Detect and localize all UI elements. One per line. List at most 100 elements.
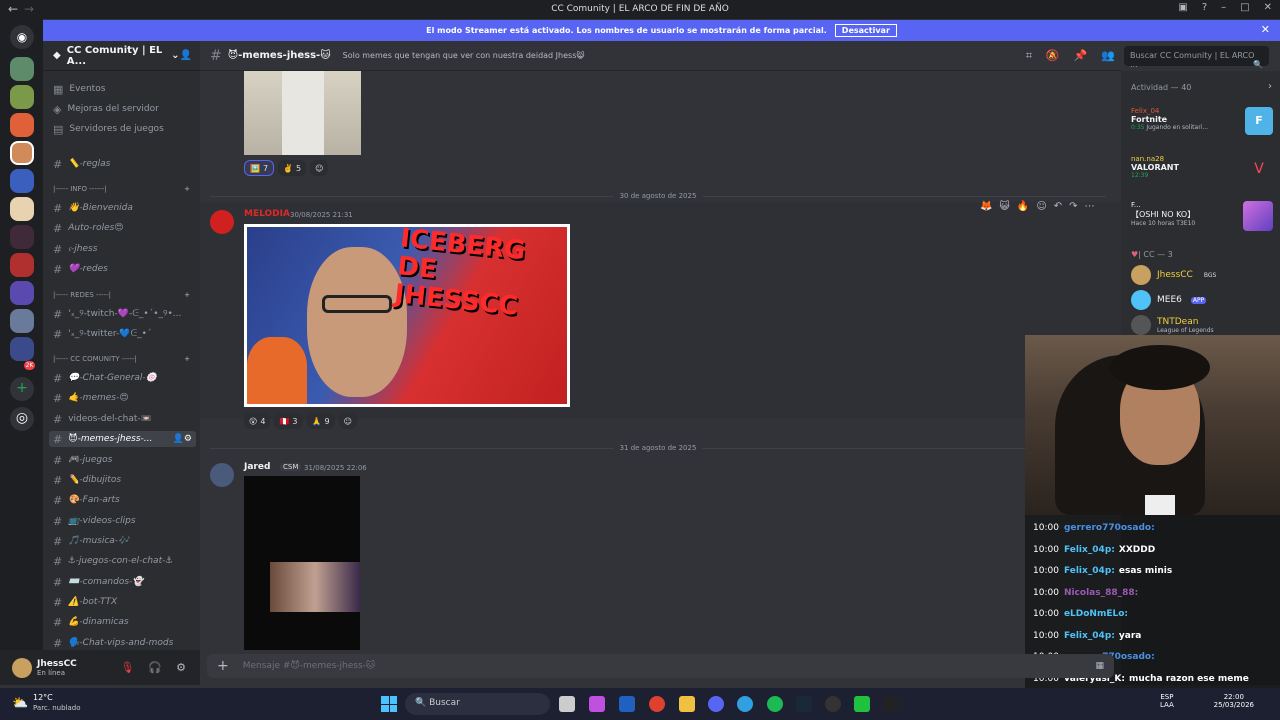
close-banner-icon[interactable]: ✕ <box>1261 23 1270 36</box>
events-item[interactable]: ▦ Eventos <box>53 81 105 97</box>
channel-memes[interactable]: # 🤙-memes-😍 <box>53 390 129 406</box>
windows-start-icon[interactable] <box>381 696 397 712</box>
reaction[interactable]: 😲 4 <box>244 413 271 429</box>
add-channel-icon[interactable]: + <box>184 355 190 363</box>
copilot-icon[interactable] <box>589 696 605 712</box>
add-reaction-button[interactable]: ☺ <box>338 413 357 429</box>
channel-comandos[interactable]: # ⌨️-comandos-👻 <box>53 574 143 590</box>
settings-gear-icon[interactable]: ⚙ <box>176 661 186 674</box>
category-cc[interactable]: |----- CC COMUNITY -----| + <box>53 355 190 363</box>
headphones-icon[interactable]: 🎧 <box>148 661 162 674</box>
channel-dibujitos[interactable]: # ✏️-dibujitos <box>53 472 121 488</box>
channel-videosclips[interactable]: # 📺-videos-clips <box>53 513 136 529</box>
meme-image[interactable] <box>244 71 361 155</box>
server-icon[interactable] <box>10 57 34 81</box>
server-icon[interactable] <box>10 197 34 221</box>
video-thumbnail[interactable] <box>244 476 360 650</box>
server-icon[interactable] <box>10 225 34 249</box>
reaction-shortcut-icon[interactable]: 😺 <box>999 201 1009 212</box>
channel-chatvips[interactable]: # 🗣️-Chat-vips-and-mods <box>53 635 173 650</box>
server-icon[interactable] <box>10 253 34 277</box>
reply-icon[interactable]: ↶ <box>1054 201 1062 212</box>
boosts-item[interactable]: ◈ Mejoras del servidor <box>53 101 159 117</box>
channel-twitch[interactable]: #'ₓ_୨-twitch-💜-ᕮ_•´•_୨•... <box>53 306 181 322</box>
app-icon[interactable] <box>559 696 575 712</box>
discord-home-icon[interactable]: ◉ <box>10 25 34 49</box>
reaction[interactable]: 🖼️ 7 <box>244 160 275 176</box>
maximize-icon[interactable]: □ <box>1240 2 1249 13</box>
message-composer[interactable]: + Mensaje #😈-memes-jhess-🐱 ▦ <box>207 654 1114 678</box>
channel-bot[interactable]: # ⚠️-bot-TTX <box>53 594 117 610</box>
channel-redes[interactable]: # 💜-redes <box>53 261 108 277</box>
activity-card[interactable]: nan.na28 VALORANT 12:39 V <box>1131 155 1273 187</box>
language-indicator[interactable]: ESP LAA <box>1160 693 1174 709</box>
edge-icon[interactable] <box>737 696 753 712</box>
add-member-icon[interactable]: 👤 <box>180 50 192 61</box>
add-channel-icon[interactable]: + <box>184 291 190 299</box>
server-icon[interactable] <box>10 113 34 137</box>
attach-plus-icon[interactable]: + <box>217 658 229 674</box>
iceberg-thumbnail[interactable]: ICEBERG DE JHESSCC <box>244 224 570 407</box>
explore-icon[interactable]: ◎ <box>10 407 34 431</box>
avatar[interactable] <box>12 657 32 678</box>
add-reaction-icon[interactable]: ☺ <box>1036 201 1046 212</box>
server-icon[interactable] <box>10 85 34 109</box>
more-icon[interactable]: ⋯ <box>1085 201 1095 212</box>
channel-bienvenida[interactable]: # 👋-Bienvenida <box>53 200 133 216</box>
mute-icon[interactable]: 🔕 <box>1046 49 1060 63</box>
username[interactable]: MELODIA <box>244 209 290 219</box>
minimize-icon[interactable]: – <box>1221 2 1226 13</box>
member-tntdean[interactable]: TNTDean League of Legends <box>1131 315 1214 335</box>
app-icon[interactable] <box>854 696 870 712</box>
add-reaction-button[interactable]: ☺ <box>310 160 329 176</box>
channel-dinamicas[interactable]: # 💪-dinamicas <box>53 614 129 630</box>
store-icon[interactable] <box>619 696 635 712</box>
channel-reglas[interactable]: # 📏-reglas <box>53 156 110 172</box>
server-header[interactable]: ◆ CC Comunity | EL A... ⌄ 👤 <box>43 41 200 71</box>
discord-taskbar-icon[interactable] <box>708 696 724 712</box>
mic-muted-icon[interactable]: 🎙 <box>120 661 134 674</box>
member-jhesscc[interactable]: JhessCC BGS <box>1131 265 1219 285</box>
add-server-icon[interactable]: + <box>10 377 34 401</box>
game-servers-item[interactable]: ▤ Servidores de juegos <box>53 121 164 137</box>
channel-juegos[interactable]: # 🎮-juegos <box>53 452 112 468</box>
category-redes[interactable]: |----- REDES -----| + <box>53 291 190 299</box>
member-mee6[interactable]: MEE6 APP <box>1131 290 1207 310</box>
members-icon[interactable]: 👥 <box>1101 49 1115 63</box>
chrome-icon[interactable] <box>649 696 665 712</box>
channel-memesjhess[interactable]: # 😈-memes-jhess-... 👤⚙ <box>49 431 196 447</box>
inbox-icon[interactable]: ▣ <box>1178 2 1187 13</box>
spotify-icon[interactable] <box>767 696 783 712</box>
threads-icon[interactable]: ⌗ <box>1026 49 1032 63</box>
reaction-shortcut-icon[interactable]: 🦊 <box>980 201 992 212</box>
pin-icon[interactable]: 📌 <box>1074 49 1088 63</box>
forward-icon[interactable]: ↷ <box>1069 201 1077 212</box>
server-icon[interactable] <box>10 169 34 193</box>
reaction[interactable]: 🇵🇪 3 <box>274 413 303 429</box>
deactivate-button[interactable]: Desactivar <box>834 24 897 37</box>
folder-icon[interactable] <box>679 696 695 712</box>
avatar[interactable] <box>210 463 234 487</box>
reaction[interactable]: 🙏 9 <box>306 413 335 429</box>
category-info[interactable]: |----- INFO ------| + <box>53 185 190 193</box>
chevron-right-icon[interactable]: › <box>1268 81 1272 92</box>
channel-autoroles[interactable]: # Auto-roles😍 <box>53 220 124 236</box>
clock[interactable]: 22:00 25/03/2026 <box>1214 693 1254 709</box>
app-icon[interactable] <box>883 696 899 712</box>
server-icon[interactable] <box>10 281 34 305</box>
help-icon[interactable]: ? <box>1202 2 1207 13</box>
server-icon[interactable] <box>10 141 34 165</box>
channel-cjhess[interactable]: # 𝔠-jhess <box>53 241 97 257</box>
steam-icon[interactable] <box>796 696 812 712</box>
channel-musica[interactable]: # 🎵-musica-🎶 <box>53 533 129 549</box>
search-input[interactable]: Buscar CC Comunity | EL ARCO ... 🔍 <box>1124 46 1269 69</box>
server-icon[interactable] <box>10 337 34 361</box>
reaction-shortcut-icon[interactable]: 🔥 <box>1017 201 1029 212</box>
reaction[interactable]: ✌️ 5 <box>278 160 307 176</box>
obs-icon[interactable] <box>825 696 841 712</box>
channel-topic[interactable]: Solo memes que tengan que ver con nuestr… <box>343 51 585 60</box>
gift-icon[interactable]: ▦ <box>1095 661 1104 671</box>
weather-temp[interactable]: 12°C <box>33 693 53 702</box>
close-icon[interactable]: ✕ <box>1264 2 1272 13</box>
channel-twitter[interactable]: #'ₓ_୨-twitter-💙ᕮ_•´ <box>53 326 152 342</box>
